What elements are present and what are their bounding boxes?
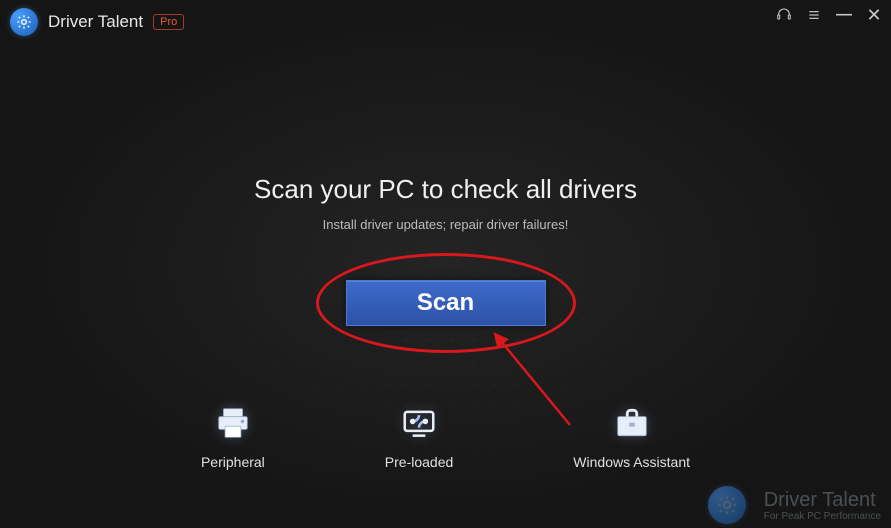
menu-icon[interactable] [805,6,823,24]
scan-button-wrap: Scan [346,280,546,326]
minimize-button[interactable]: — [835,6,853,24]
main-area: Scan your PC to check all drivers Instal… [0,44,891,326]
titlebar-controls: — ✕ [775,6,883,24]
support-icon[interactable] [775,6,793,24]
feature-label: Peripheral [201,454,265,470]
feature-peripheral[interactable]: Peripheral [201,402,265,470]
headline: Scan your PC to check all drivers [0,174,891,205]
watermark: Driver Talent For Peak PC Performance [708,486,881,524]
close-button[interactable]: ✕ [865,6,883,24]
titlebar: Driver Talent Pro — ✕ [0,0,891,44]
feature-preloaded[interactable]: Pre-loaded [385,402,454,470]
preloaded-icon [398,402,440,444]
app-logo-icon [10,8,38,36]
watermark-logo-icon [708,486,746,524]
app-title: Driver Talent [48,12,143,32]
watermark-title: Driver Talent [764,489,881,511]
scan-button[interactable]: Scan [346,280,546,326]
pro-badge: Pro [153,14,184,30]
printer-icon [212,402,254,444]
feature-label: Windows Assistant [573,454,690,470]
watermark-text: Driver Talent For Peak PC Performance [764,489,881,522]
feature-label: Pre-loaded [385,454,454,470]
briefcase-icon [611,402,653,444]
feature-windows-assistant[interactable]: Windows Assistant [573,402,690,470]
watermark-sub: For Peak PC Performance [764,511,881,522]
subline: Install driver updates; repair driver fa… [0,217,891,232]
features-row: Peripheral Pre-loaded Windows Assistant [0,402,891,470]
